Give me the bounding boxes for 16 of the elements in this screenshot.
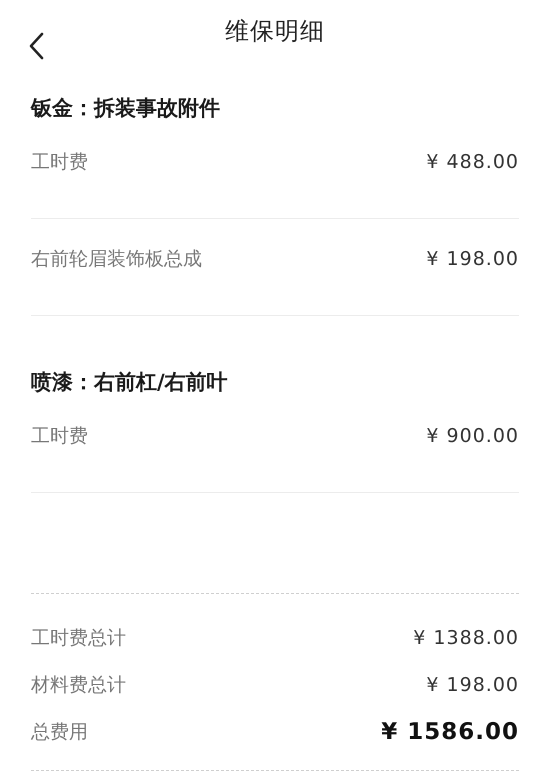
item-name: 工时费 [31,150,88,175]
total-label: 材料费总计 [31,673,126,698]
item-amount: ¥ 198.00 [426,248,519,270]
item-amount: ¥ 488.00 [426,151,519,173]
back-icon [28,32,44,60]
page-title: 维保明细 [225,16,325,47]
section-title: 钣金：拆装事故附件 [31,95,221,122]
total-amount: ¥ 198.00 [426,674,519,696]
section-title: 喷漆：右前杠/右前叶 [31,369,229,396]
item-amount: ¥ 900.00 [426,425,519,447]
total-amount: ¥ 1388.00 [413,627,519,649]
grand-total-amount: ¥ 1586.00 [381,719,519,745]
item-name: 右前轮眉装饰板总成 [31,247,202,272]
total-label: 工时费总计 [31,626,126,651]
total-label: 总费用 [31,720,88,745]
item-name: 工时费 [31,424,88,449]
